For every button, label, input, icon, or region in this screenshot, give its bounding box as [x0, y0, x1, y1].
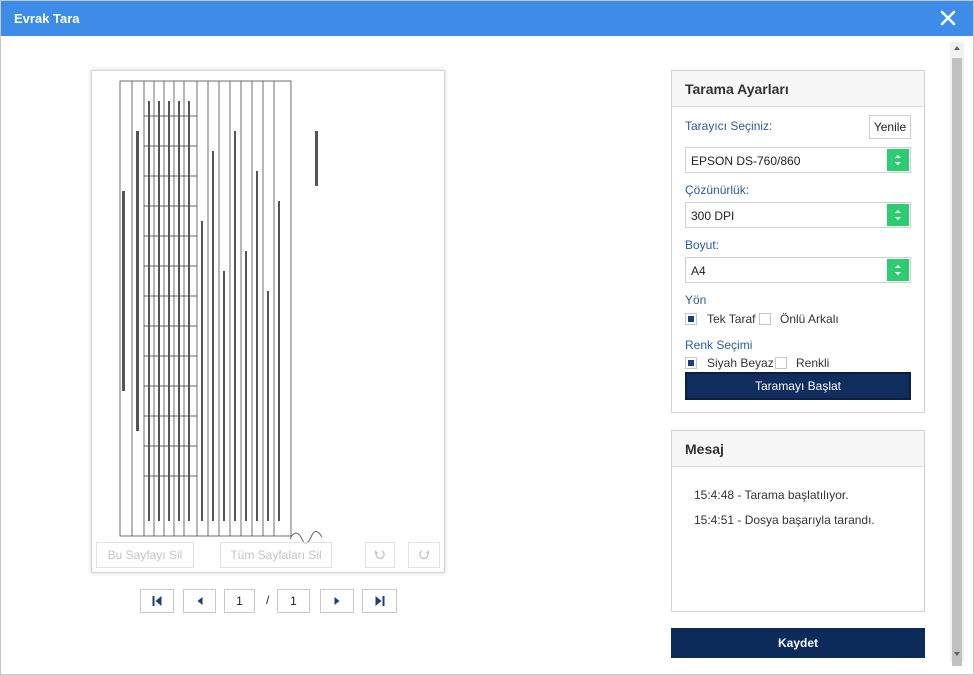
scanner-select-value: EPSON DS-760/860 [691, 154, 801, 168]
first-page-button[interactable] [140, 589, 174, 613]
scanner-label: Tarayıcı Seçiniz: [685, 119, 773, 133]
select-arrow-icon [887, 204, 909, 226]
first-page-icon [152, 596, 162, 606]
last-page-button[interactable] [362, 589, 397, 613]
message-panel: Mesaj 15:4:48 - Tarama başlatılıyor. 15:… [671, 430, 925, 612]
size-select[interactable]: A4 [685, 257, 911, 283]
scanner-select[interactable]: EPSON DS-760/860 [685, 147, 911, 173]
scanned-page-image [92, 71, 444, 572]
previous-page-icon [197, 597, 202, 605]
refresh-button[interactable]: Yenile [869, 115, 911, 139]
page-separator: / [266, 593, 270, 607]
scan-settings-title: Tarama Ayarları [672, 71, 924, 107]
select-arrow-icon [887, 149, 909, 171]
vertical-scrollbar[interactable] [950, 42, 964, 666]
current-page-input[interactable]: 1 [224, 589, 255, 613]
scroll-up-icon[interactable] [954, 46, 960, 50]
title-bar: Evrak Tara [1, 1, 973, 36]
message-line: 15:4:51 - Dosya başarıyla tarandı. [694, 513, 875, 527]
rotate-right-icon [419, 550, 429, 560]
resolution-select-value: 300 DPI [691, 209, 735, 223]
scrollbar-thumb[interactable] [952, 58, 962, 666]
close-icon[interactable] [939, 9, 957, 27]
select-arrow-icon [887, 259, 909, 281]
size-label: Boyut: [685, 238, 720, 252]
document-preview: Bu Sayfayı Sil Tüm Sayfaları Sil [91, 70, 445, 573]
orientation-single-side-checkbox[interactable] [685, 313, 697, 325]
color-label: Renk Seçimi [685, 338, 753, 352]
color-color-checkbox[interactable] [775, 357, 787, 369]
next-page-button[interactable] [320, 589, 354, 613]
color-color-label: Renkli [796, 356, 830, 370]
last-page-icon [375, 596, 384, 606]
color-black-white-label: Siyah Beyaz [707, 356, 774, 370]
orientation-single-side-label: Tek Taraf [707, 312, 756, 326]
scroll-down-icon[interactable] [954, 652, 960, 656]
total-pages-field: 1 [277, 589, 310, 613]
delete-page-button[interactable]: Bu Sayfayı Sil [96, 542, 194, 568]
rotate-right-button[interactable] [408, 542, 440, 568]
orientation-duplex-checkbox[interactable] [759, 313, 771, 325]
orientation-duplex-label: Önlü Arkalı [780, 312, 839, 326]
next-page-icon [334, 597, 340, 605]
delete-all-pages-button[interactable]: Tüm Sayfaları Sil [220, 542, 332, 568]
scan-settings-panel: Tarama Ayarları Tarayıcı Seçiniz: Yenile… [671, 70, 925, 413]
rotate-left-button[interactable] [365, 542, 395, 568]
message-line: 15:4:48 - Tarama başlatılıyor. [694, 488, 849, 502]
orientation-label: Yön [685, 293, 707, 307]
scan-dialog: Evrak Tara Bu Sayfayı Sil Tüm Sayfaları … [0, 0, 974, 675]
resolution-select[interactable]: 300 DPI [685, 202, 911, 228]
dialog-title: Evrak Tara [14, 11, 80, 26]
save-button[interactable]: Kaydet [671, 628, 925, 658]
message-title: Mesaj [672, 431, 924, 467]
start-scan-button[interactable]: Taramayı Başlat [685, 372, 911, 400]
color-black-white-checkbox[interactable] [685, 357, 697, 369]
previous-page-button[interactable] [183, 589, 216, 613]
resolution-label: Çözünürlük: [685, 183, 750, 197]
size-select-value: A4 [691, 264, 706, 278]
rotate-left-icon [375, 550, 385, 560]
